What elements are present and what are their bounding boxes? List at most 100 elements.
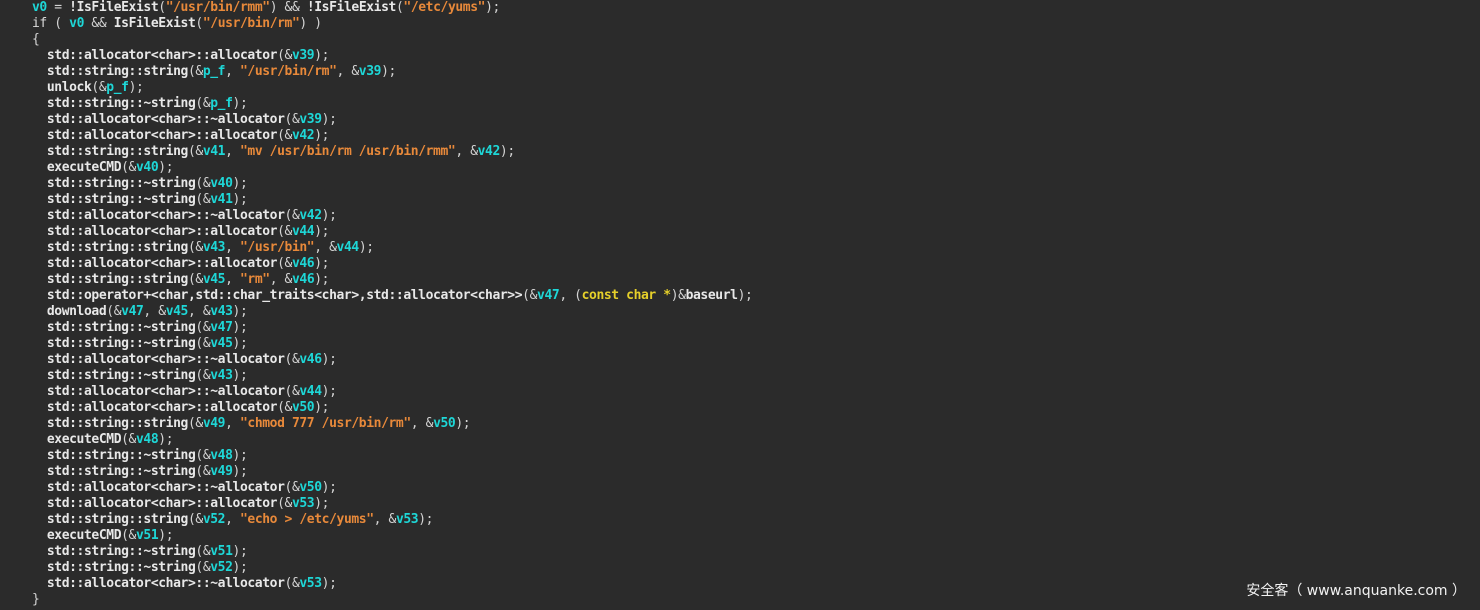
code-token-variable[interactable]: v45 xyxy=(166,304,189,319)
code-token-identifier[interactable]: std::string::~string xyxy=(32,176,196,191)
code-token-identifier[interactable]: std::allocator<char>::~allocator xyxy=(32,384,285,399)
code-token-variable[interactable]: v49 xyxy=(210,464,233,479)
code-token-variable[interactable]: v43 xyxy=(210,368,233,383)
code-token-variable[interactable]: v47 xyxy=(210,320,233,335)
code-token-identifier[interactable]: !IsFileExist xyxy=(307,0,397,15)
code-line[interactable]: std::allocator<char>::allocator(&v53); xyxy=(32,496,752,512)
code-token-variable[interactable]: v44 xyxy=(292,224,315,239)
code-line[interactable]: std::operator+<char,std::char_traits<cha… xyxy=(32,288,753,304)
code-token-identifier[interactable]: unlock xyxy=(32,80,92,95)
code-token-identifier[interactable]: std::allocator<char>::allocator xyxy=(32,224,278,239)
code-line[interactable]: std::allocator<char>::allocator(&v44); xyxy=(32,224,752,240)
code-line[interactable]: executeCMD(&v40); xyxy=(32,160,752,176)
code-line[interactable]: std::allocator<char>::~allocator(&v44); xyxy=(32,384,752,400)
code-token-variable[interactable]: v50 xyxy=(433,416,456,431)
code-token-variable[interactable]: v43 xyxy=(203,240,226,255)
code-token-variable[interactable]: v40 xyxy=(136,160,159,175)
code-token-identifier[interactable]: std::string::~string xyxy=(32,464,196,479)
code-token-identifier[interactable]: std::string::string xyxy=(32,240,189,255)
code-token-identifier[interactable]: std::string::string xyxy=(32,144,189,159)
code-line[interactable]: std::string::~string(&v47); xyxy=(32,320,752,336)
code-token-identifier[interactable]: download xyxy=(32,304,107,319)
code-token-variable[interactable]: v42 xyxy=(299,208,322,223)
code-token-identifier[interactable]: std::string::~string xyxy=(32,544,196,559)
code-token-identifier[interactable]: std::string::string xyxy=(32,272,189,287)
code-line[interactable]: std::allocator<char>::allocator(&v42); xyxy=(32,128,752,144)
code-line[interactable]: } xyxy=(32,592,752,608)
code-token-variable[interactable]: p_f xyxy=(106,80,129,95)
code-line[interactable]: std::string::~string(&v45); xyxy=(32,336,752,352)
code-token-variable[interactable]: v48 xyxy=(136,432,159,447)
code-token-variable[interactable]: v49 xyxy=(203,416,226,431)
code-token-identifier[interactable]: std::string::~string xyxy=(32,192,196,207)
code-line[interactable]: std::allocator<char>::~allocator(&v50); xyxy=(32,480,752,496)
code-line[interactable]: executeCMD(&v48); xyxy=(32,432,752,448)
code-line[interactable]: download(&v47, &v45, &v43); xyxy=(32,304,752,320)
code-token-variable[interactable]: v48 xyxy=(210,448,233,463)
code-line[interactable]: std::allocator<char>::allocator(&v46); xyxy=(32,256,752,272)
code-token-identifier[interactable]: std::allocator<char>::allocator xyxy=(32,128,278,143)
code-line[interactable]: std::string::~string(&v52); xyxy=(32,560,752,576)
code-line[interactable]: std::string::~string(&v40); xyxy=(32,176,752,192)
code-line[interactable]: std::string::~string(&v48); xyxy=(32,448,752,464)
code-token-identifier[interactable]: executeCMD xyxy=(32,432,122,447)
code-token-variable[interactable]: v39 xyxy=(292,48,315,63)
code-token-identifier[interactable]: executeCMD xyxy=(32,160,122,175)
code-token-variable[interactable]: v41 xyxy=(210,192,233,207)
code-token-variable[interactable]: v47 xyxy=(537,288,560,303)
code-token-variable[interactable]: v47 xyxy=(121,304,144,319)
code-token-variable[interactable]: v53 xyxy=(299,576,322,591)
code-line[interactable]: std::allocator<char>::~allocator(&v42); xyxy=(32,208,752,224)
code-token-variable[interactable]: v53 xyxy=(396,512,419,527)
code-token-identifier[interactable]: std::operator+<char,std::char_traits<cha… xyxy=(32,288,523,303)
code-line[interactable]: std::allocator<char>::allocator(&v50); xyxy=(32,400,752,416)
code-line[interactable]: std::string::~string(&v51); xyxy=(32,544,752,560)
code-line[interactable]: std::allocator<char>::allocator(&v39); xyxy=(32,48,752,64)
code-token-variable[interactable]: p_f xyxy=(210,96,233,111)
code-token-identifier[interactable]: std::string::~string xyxy=(32,320,196,335)
code-token-identifier[interactable]: std::allocator<char>::~allocator xyxy=(32,576,285,591)
code-token-variable[interactable]: v41 xyxy=(203,144,226,159)
code-token-identifier[interactable]: std::string::~string xyxy=(32,336,196,351)
code-token-variable[interactable]: v0 xyxy=(69,16,84,31)
code-line[interactable]: v0 = !IsFileExist("/usr/bin/rmm") && !Is… xyxy=(32,0,752,16)
code-token-identifier[interactable]: IsFileExist xyxy=(114,16,196,31)
code-line[interactable]: { xyxy=(32,32,752,48)
code-token-variable[interactable]: v50 xyxy=(299,480,322,495)
code-token-variable[interactable]: v39 xyxy=(299,112,322,127)
code-line[interactable]: std::allocator<char>::~allocator(&v53); xyxy=(32,576,752,592)
code-line[interactable]: std::string::~string(&v43); xyxy=(32,368,752,384)
code-line[interactable]: executeCMD(&v51); xyxy=(32,528,752,544)
code-line[interactable]: std::string::~string(&v41); xyxy=(32,192,752,208)
code-token-identifier[interactable]: !IsFileExist xyxy=(69,0,159,15)
code-token-identifier[interactable]: baseurl xyxy=(686,288,738,303)
code-token-identifier[interactable]: std::string::string xyxy=(32,416,189,431)
code-token-variable[interactable]: v46 xyxy=(292,272,315,287)
code-token-identifier[interactable]: std::allocator<char>::~allocator xyxy=(32,480,285,495)
code-token-variable[interactable]: v53 xyxy=(292,496,315,511)
code-token-identifier[interactable]: std::allocator<char>::allocator xyxy=(32,400,278,415)
code-token-variable[interactable]: v42 xyxy=(478,144,501,159)
code-token-identifier[interactable]: std::allocator<char>::~allocator xyxy=(32,352,285,367)
code-token-variable[interactable]: v43 xyxy=(210,304,233,319)
code-token-identifier[interactable]: std::allocator<char>::allocator xyxy=(32,48,278,63)
code-line[interactable]: unlock(&p_f); xyxy=(32,80,752,96)
code-token-variable[interactable]: p_f xyxy=(203,64,226,79)
code-token-variable[interactable]: v46 xyxy=(299,352,322,367)
code-token-variable[interactable]: v52 xyxy=(210,560,233,575)
code-token-identifier[interactable]: std::allocator<char>::~allocator xyxy=(32,112,285,127)
code-token-identifier[interactable]: std::allocator<char>::allocator xyxy=(32,496,278,511)
code-token-variable[interactable]: v39 xyxy=(359,64,382,79)
code-line[interactable]: std::allocator<char>::~allocator(&v46); xyxy=(32,352,752,368)
code-line[interactable]: std::string::string(&p_f, "/usr/bin/rm",… xyxy=(32,64,752,80)
code-token-identifier[interactable]: executeCMD xyxy=(32,528,122,543)
code-token-identifier[interactable]: std::string::~string xyxy=(32,368,196,383)
code-line[interactable]: std::allocator<char>::~allocator(&v39); xyxy=(32,112,752,128)
code-token-variable[interactable]: v50 xyxy=(292,400,315,415)
code-token-identifier[interactable]: std::string::~string xyxy=(32,560,196,575)
code-line[interactable]: std::string::string(&v52, "echo > /etc/y… xyxy=(32,512,752,528)
code-token-identifier[interactable]: std::string::~string xyxy=(32,96,196,111)
code-token-variable[interactable]: v52 xyxy=(203,512,226,527)
code-token-variable[interactable]: v0 xyxy=(32,0,47,15)
code-token-variable[interactable]: v51 xyxy=(210,544,233,559)
